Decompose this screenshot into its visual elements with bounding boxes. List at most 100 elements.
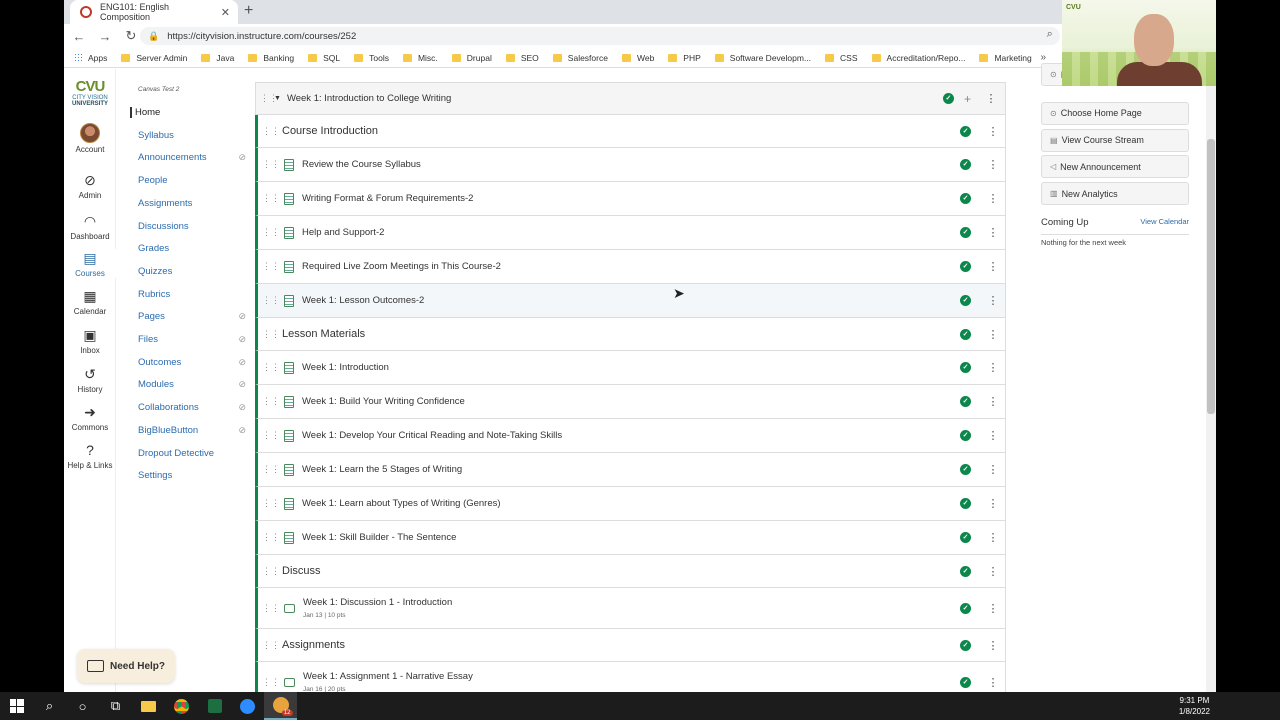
item-menu-icon[interactable]: ⋮ (985, 676, 1001, 689)
published-check-icon[interactable]: ✓ (960, 295, 971, 306)
bookmark-seo[interactable]: SEO (505, 53, 539, 63)
hidden-eye-icon[interactable]: ⊘ (238, 425, 246, 436)
choose-home-page-button[interactable]: ⊙ Choose Home Page (1041, 101, 1189, 125)
module-item-row[interactable]: ⋮⋮ Required Live Zoom Meetings in This Co… (255, 250, 1006, 284)
item-title-link[interactable]: Help and Support-2 (302, 227, 960, 238)
bookmark-java[interactable]: Java (201, 53, 234, 63)
module-item-row[interactable]: ⋮⋮ Week 1: Lesson Outcomes-2 ✓ ⋮ (255, 284, 1006, 318)
published-check-icon[interactable]: ✓ (960, 430, 971, 441)
published-check-icon[interactable]: ✓ (960, 532, 971, 543)
published-check-icon[interactable]: ✓ (960, 464, 971, 475)
module-item-row[interactable]: ⋮⋮ Week 1: Introduction ✓ ⋮ (255, 351, 1006, 385)
chrome-icon[interactable] (165, 692, 198, 720)
hidden-eye-icon[interactable]: ⊘ (238, 152, 246, 163)
back-icon[interactable]: ← (68, 29, 90, 44)
published-check-icon[interactable]: ✓ (960, 498, 971, 509)
item-title-link[interactable]: Review the Course Syllabus (302, 159, 960, 170)
bookmark-accreditation-repo[interactable]: Accreditation/Repo... (871, 53, 965, 63)
global-nav-history[interactable]: ↺ History (64, 365, 116, 394)
course-nav-outcomes[interactable]: Outcomes ⊘ (134, 357, 246, 368)
view-calendar-link[interactable]: View Calendar (1140, 217, 1189, 234)
item-menu-icon[interactable]: ⋮ (985, 429, 1001, 442)
bookmark-salesforce[interactable]: Salesforce (552, 53, 608, 63)
add-item-icon[interactable]: + (964, 92, 971, 106)
bookmark-tools[interactable]: Tools (354, 53, 389, 63)
course-nav-assignments[interactable]: Assignments (134, 198, 246, 209)
text-header-row[interactable]: ⋮⋮ Discuss ✓ ⋮ (255, 555, 1006, 588)
bookmark-software-developm[interactable]: Software Developm... (714, 53, 811, 63)
item-title-link[interactable]: Week 1: Learn the 5 Stages of Writing (302, 464, 960, 475)
item-menu-icon[interactable]: ⋮ (985, 602, 1001, 615)
browser-tab[interactable]: ENG101: English Composition ✕ (70, 0, 238, 24)
drag-handle-icon[interactable]: ⋮⋮ (262, 430, 280, 441)
drag-handle-icon[interactable]: ⋮⋮ (262, 261, 280, 272)
scroll-thumb[interactable] (1207, 139, 1215, 414)
start-button[interactable] (0, 692, 33, 720)
text-header-row[interactable]: ⋮⋮ Assignments ✓ ⋮ (255, 629, 1006, 662)
task-view-icon[interactable]: ⧉ (99, 692, 132, 720)
item-title-link[interactable]: Required Live Zoom Meetings in This Cour… (302, 261, 960, 272)
new-announcement-button[interactable]: ◁ New Announcement (1041, 155, 1189, 179)
recorder-app-icon[interactable]: 12 (264, 692, 297, 720)
published-check-icon[interactable]: ✓ (960, 676, 971, 688)
hidden-eye-icon[interactable]: ⊘ (238, 334, 246, 345)
drag-handle-icon[interactable]: ⋮⋮ (262, 640, 280, 651)
course-nav-files[interactable]: Files ⊘ (134, 334, 246, 345)
item-title-link[interactable]: Week 1: Build Your Writing Confidence (302, 396, 960, 407)
drag-handle-icon[interactable]: ⋮⋮ (262, 193, 280, 204)
item-title-link[interactable]: Week 1: Skill Builder - The Sentence (302, 532, 960, 543)
course-nav-home[interactable]: Home (130, 107, 242, 118)
course-nav-pages[interactable]: Pages ⊘ (134, 311, 246, 322)
drag-handle-icon[interactable]: ⋮⋮ (262, 677, 280, 688)
item-title-link[interactable]: Week 1: Assignment 1 - Narrative Essay (303, 671, 960, 682)
course-nav-bigbluebutton[interactable]: BigBlueButton ⊘ (134, 425, 246, 436)
drag-handle-icon[interactable]: ⋮⋮ (262, 498, 280, 509)
module-item-row[interactable]: ⋮⋮ Week 1: Develop Your Critical Reading … (255, 419, 1006, 453)
published-check-icon[interactable]: ✓ (960, 639, 971, 651)
bookmark-marketing[interactable]: Marketing (979, 53, 1032, 63)
course-nav-rubrics[interactable]: Rubrics (134, 289, 246, 300)
hidden-eye-icon[interactable]: ⊘ (238, 402, 246, 413)
new-tab-icon[interactable]: + (244, 2, 253, 20)
new-analytics-button[interactable]: ▥ New Analytics (1041, 182, 1189, 206)
hidden-eye-icon[interactable]: ⊘ (238, 357, 246, 368)
course-nav-announcements[interactable]: Announcements ⊘ (134, 152, 246, 163)
module-item-row[interactable]: ⋮⋮ Writing Format & Forum Requirements-2 ✓… (255, 182, 1006, 216)
close-icon[interactable]: ✕ (221, 6, 230, 19)
drag-handle-icon[interactable]: ⋮⋮ (262, 227, 280, 238)
drag-handle-icon[interactable]: ⋮⋮ (262, 566, 280, 577)
module-header[interactable]: ⋮⋮ ▼ Week 1: Introduction to College Wri… (255, 82, 1006, 115)
item-title-link[interactable]: Week 1: Discussion 1 - Introduction (303, 597, 960, 608)
global-nav-commons[interactable]: ➜ Commons (64, 403, 116, 432)
bookmark-drupal[interactable]: Drupal (451, 53, 492, 63)
bookmark-web[interactable]: Web (621, 53, 654, 63)
caret-down-icon[interactable]: ▼ (274, 95, 281, 102)
published-check-icon[interactable]: ✓ (942, 93, 954, 104)
published-check-icon[interactable]: ✓ (960, 193, 971, 204)
zoom-icon[interactable]: ⌕ (1047, 28, 1053, 41)
drag-handle-icon[interactable]: ⋮⋮ (262, 396, 280, 407)
bookmark-server-admin[interactable]: Server Admin (121, 53, 187, 63)
published-check-icon[interactable]: ✓ (960, 227, 971, 238)
item-menu-icon[interactable]: ⋮ (985, 294, 1001, 307)
page-scrollbar[interactable] (1206, 69, 1216, 692)
published-check-icon[interactable]: ✓ (960, 261, 971, 272)
course-nav-people[interactable]: People (134, 175, 246, 186)
drag-handle-icon[interactable]: ⋮⋮ (262, 159, 280, 170)
bookmark-php[interactable]: PHP (668, 53, 701, 63)
published-check-icon[interactable]: ✓ (960, 125, 971, 137)
breadcrumb[interactable]: Canvas Test 2 (138, 86, 179, 93)
file-explorer-icon[interactable] (132, 692, 165, 720)
bookmark-misc[interactable]: Misc. (402, 53, 438, 63)
published-check-icon[interactable]: ✓ (960, 159, 971, 170)
published-check-icon[interactable]: ✓ (960, 362, 971, 373)
cortana-icon[interactable]: ○ (66, 692, 99, 720)
module-item-row[interactable]: ⋮⋮ Week 1: Skill Builder - The Sentence ✓ ⋮ (255, 521, 1006, 555)
published-check-icon[interactable]: ✓ (960, 328, 971, 340)
zoom-app-icon[interactable] (231, 692, 264, 720)
global-nav-account[interactable]: Account (64, 123, 116, 154)
course-nav-dropout-detective[interactable]: Dropout Detective (134, 448, 246, 459)
item-menu-icon[interactable]: ⋮ (985, 125, 1001, 138)
item-menu-icon[interactable]: ⋮ (985, 192, 1001, 205)
module-item-row[interactable]: ⋮⋮ Help and Support-2 ✓ ⋮ (255, 216, 1006, 250)
